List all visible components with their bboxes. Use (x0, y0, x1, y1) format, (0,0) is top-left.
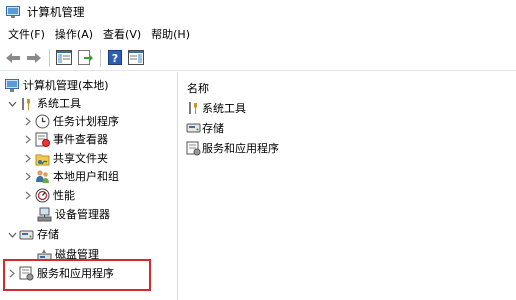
chevron-right-icon[interactable] (22, 134, 34, 146)
tools-icon (185, 100, 201, 116)
event-viewer-icon (34, 132, 50, 148)
chevron-right-icon[interactable] (22, 190, 34, 202)
toolbar-separator (49, 48, 50, 67)
tree-label: 存储 (37, 228, 59, 241)
tree-item-event-viewer[interactable]: 事件查看器 (22, 130, 109, 149)
tools-icon (18, 96, 34, 112)
list-item-label: 系统工具 (202, 102, 246, 115)
export-list-icon[interactable] (75, 48, 95, 68)
clock-icon (34, 114, 50, 130)
tree-item-storage[interactable]: 存储 (6, 225, 60, 244)
tree-item-root[interactable]: 计算机管理(本地) (4, 76, 110, 95)
window-title: 计算机管理 (27, 5, 85, 19)
list-item-label: 服务和应用程序 (202, 142, 279, 155)
tree-item-shared-folders[interactable]: 共享文件夹 (22, 149, 109, 168)
menu-file[interactable]: 文件(F) (3, 25, 50, 44)
toolbar: ? (0, 45, 516, 71)
tree-label: 系统工具 (37, 97, 81, 110)
storage-icon (18, 227, 34, 243)
performance-gauge-icon (34, 188, 50, 204)
menu-bar: 文件(F) 操作(A) 查看(V) 帮助(H) (0, 24, 516, 45)
chevron-down-icon[interactable] (6, 98, 18, 110)
storage-icon (185, 120, 201, 136)
tree-label: 设备管理器 (55, 208, 110, 221)
list-item-label: 存储 (202, 122, 224, 135)
menu-help[interactable]: 帮助(H) (146, 25, 195, 44)
list-item[interactable]: 系统工具 (185, 99, 246, 117)
tree-label: 事件查看器 (53, 133, 108, 146)
toolbar-separator (100, 48, 101, 67)
back-arrow-icon[interactable] (3, 48, 23, 68)
tree-label: 性能 (53, 189, 75, 202)
chevron-down-icon[interactable] (6, 229, 18, 241)
services-apps-icon (185, 140, 201, 156)
tree-item-system-tools[interactable]: 系统工具 (6, 94, 82, 113)
computer-management-icon (4, 78, 20, 94)
tree-item-performance[interactable]: 性能 (22, 186, 76, 205)
menu-action[interactable]: 操作(A) (50, 25, 98, 44)
tree-label: 任务计划程序 (53, 115, 119, 128)
device-manager-icon (36, 207, 52, 223)
details-pane: 名称 系统工具 存储 服务和应用程序 (179, 72, 516, 300)
users-icon (34, 169, 50, 185)
menu-view[interactable]: 查看(V) (98, 25, 146, 44)
chevron-right-icon[interactable] (22, 116, 34, 128)
svg-text:?: ? (112, 52, 118, 65)
shared-folder-icon (34, 151, 50, 167)
forward-arrow-icon[interactable] (24, 48, 44, 68)
highlight-annotation-box (3, 259, 151, 291)
help-icon[interactable]: ? (105, 48, 125, 68)
tree-item-local-users[interactable]: 本地用户和组 (22, 167, 120, 186)
computer-management-icon (6, 5, 20, 19)
tree-item-task-scheduler[interactable]: 任务计划程序 (22, 112, 120, 131)
tree-item-device-manager[interactable]: 设备管理器 (36, 205, 111, 224)
title-bar: 计算机管理 (0, 0, 516, 24)
list-item[interactable]: 存储 (185, 119, 224, 137)
list-item[interactable]: 服务和应用程序 (185, 139, 279, 157)
show-console-tree-icon[interactable] (54, 48, 74, 68)
show-action-pane-icon[interactable] (126, 48, 146, 68)
name-column-header[interactable]: 名称 (187, 80, 209, 96)
tree-label: 共享文件夹 (53, 152, 108, 165)
chevron-right-icon[interactable] (22, 153, 34, 165)
chevron-right-icon[interactable] (22, 171, 34, 183)
tree-label: 计算机管理(本地) (23, 79, 109, 92)
tree-label: 本地用户和组 (53, 170, 119, 183)
